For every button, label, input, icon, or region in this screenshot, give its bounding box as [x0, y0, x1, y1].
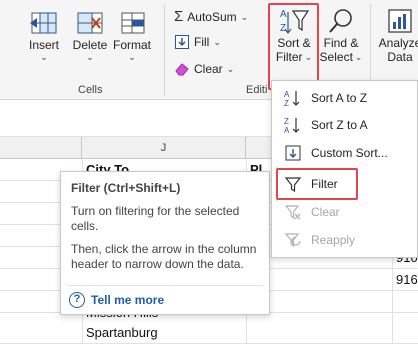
find-select-button[interactable]: Find & Select ⌄ — [318, 6, 364, 64]
analyze-data-icon — [388, 9, 412, 33]
column-header-i[interactable] — [0, 137, 82, 159]
filter-item-highlight — [276, 168, 358, 200]
clear-filter-icon — [284, 205, 301, 220]
tooltip-divider — [67, 285, 263, 286]
chevron-down-icon: ⌄ — [86, 52, 94, 62]
delete-label: Delete — [72, 38, 108, 52]
find-select-label-1: Find & — [323, 36, 359, 50]
table-row: Spartanburg — [0, 322, 418, 344]
clear-label: Clear — [194, 62, 223, 76]
column-header-j[interactable]: J — [82, 137, 246, 159]
menu-item-sort-z-to-a[interactable]: Z A Sort Z to A — [276, 112, 414, 138]
chevron-down-icon: ⌄ — [240, 11, 249, 22]
analyze-label-1: Analyze — [378, 36, 418, 50]
cell-j8[interactable]: Spartanburg — [82, 322, 246, 344]
reapply-filter-icon — [284, 233, 301, 248]
svg-text:A: A — [284, 90, 290, 99]
autosum-label: AutoSum — [187, 9, 237, 24]
svg-text:A: A — [284, 126, 290, 134]
tooltip-description: Turn on filtering for the selected cells… — [71, 204, 240, 233]
custom-sort-icon — [285, 145, 301, 161]
menu-item-custom-sort[interactable]: Custom Sort... — [276, 140, 414, 166]
menu-item-label: Reapply — [311, 233, 356, 247]
tell-me-more-label: Tell me more — [91, 293, 165, 307]
tooltip-title: Filter (Ctrl+Shift+L) — [71, 181, 181, 195]
menu-item-sort-a-to-z[interactable]: A Z Sort A to Z — [276, 85, 414, 111]
delete-button[interactable]: Delete ⌄ — [68, 8, 112, 62]
menu-item-reapply[interactable]: Reapply — [276, 227, 414, 253]
chevron-down-icon: ⌄ — [213, 37, 221, 47]
svg-text:Z: Z — [284, 117, 289, 126]
tooltip-instructions: Then, click the arrow in the column head… — [71, 242, 257, 271]
menu-item-label: Sort A to Z — [311, 91, 368, 105]
tell-me-more-link[interactable]: ? Tell me more — [69, 292, 164, 308]
svg-text:Z: Z — [284, 99, 289, 107]
analyze-label-2: Data — [387, 50, 413, 64]
group-divider — [164, 4, 165, 96]
menu-item-label: Custom Sort... — [311, 146, 388, 160]
insert-button[interactable]: Insert ⌄ — [22, 8, 66, 62]
filter-tooltip: Filter (Ctrl+Shift+L) Turn on filtering … — [60, 171, 270, 315]
cell-l5[interactable]: 916 — [392, 269, 418, 291]
fill-button[interactable]: Fill ⌄ — [174, 34, 221, 50]
format-label: Format — [112, 38, 151, 52]
sort-ascending-icon: A Z — [284, 90, 300, 107]
menu-item-label: Sort Z to A — [311, 118, 368, 132]
clear-button[interactable]: Clear ⌄ — [174, 61, 234, 77]
sort-descending-icon: Z A — [284, 117, 300, 134]
eraser-icon — [175, 63, 189, 76]
chevron-down-icon: ⌄ — [128, 52, 136, 62]
find-select-label-2: Select — [319, 50, 353, 64]
sort-filter-highlight — [268, 3, 319, 90]
delete-cells-icon — [77, 12, 103, 34]
help-icon: ? — [69, 292, 85, 308]
format-cells-icon — [121, 12, 145, 34]
editing-group-label: Editi — [246, 84, 268, 96]
cells-group-label: Cells — [78, 84, 103, 96]
chevron-down-icon: ⌄ — [354, 52, 363, 62]
insert-label: Insert — [28, 38, 59, 52]
insert-cells-icon — [30, 12, 57, 34]
chevron-down-icon: ⌄ — [226, 64, 235, 74]
analyze-data-button[interactable]: Analyze Data — [376, 6, 418, 64]
fill-label: Fill — [194, 35, 210, 49]
sigma-icon: Σ — [174, 8, 184, 25]
autosum-button[interactable]: Σ AutoSum ⌄ — [174, 8, 248, 25]
magnifier-icon — [329, 9, 352, 33]
format-button[interactable]: Format ⌄ — [110, 8, 154, 62]
fill-down-icon — [175, 35, 189, 49]
chevron-down-icon: ⌄ — [40, 52, 48, 62]
menu-item-label: Clear — [311, 205, 340, 219]
menu-item-clear[interactable]: Clear — [276, 199, 414, 225]
